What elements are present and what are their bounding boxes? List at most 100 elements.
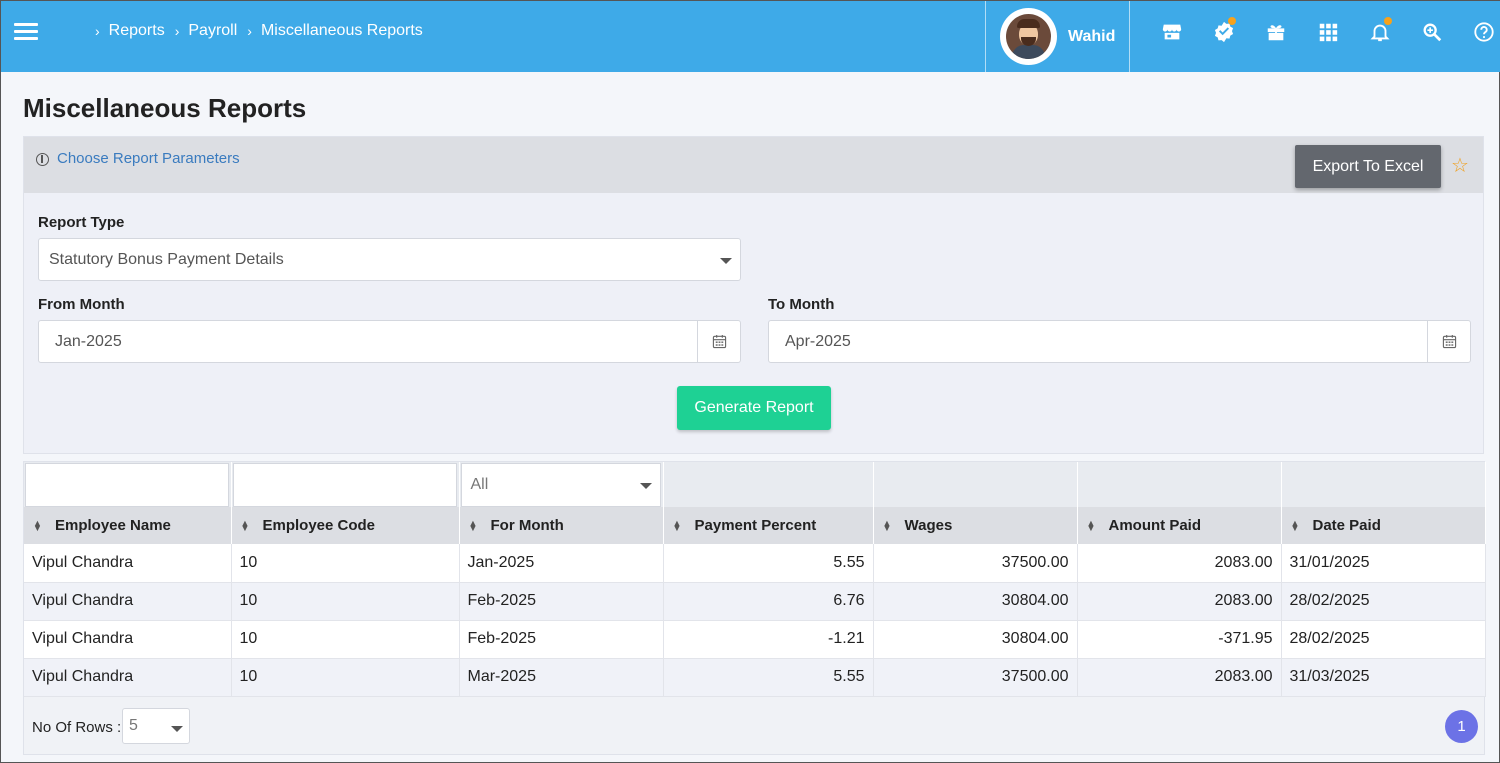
- to-month-value: Apr-2025: [785, 332, 851, 350]
- cell-employee-code: 10: [231, 658, 460, 697]
- breadcrumb: › Reports › Payroll › Miscellaneous Repo…: [95, 22, 433, 40]
- employee-code-filter[interactable]: [232, 463, 457, 507]
- cell-employee-code: 10: [231, 582, 460, 621]
- cell-for-month: Feb-2025: [459, 582, 664, 621]
- menu-icon[interactable]: [14, 23, 38, 41]
- chevron-right-icon: ›: [174, 23, 180, 39]
- rows-per-page-label: No Of Rows :: [32, 719, 122, 736]
- cell-amount-paid: 2083.00: [1077, 658, 1282, 697]
- cell-payment-percent: 6.76: [663, 582, 874, 621]
- choose-parameters-toggle[interactable]: Choose Report Parameters: [36, 150, 240, 167]
- cell-for-month: Jan-2025: [459, 544, 664, 583]
- breadcrumb-reports[interactable]: Reports: [109, 22, 165, 40]
- cell-wages: 30804.00: [873, 620, 1078, 659]
- cell-for-month: Mar-2025: [459, 658, 664, 697]
- help-icon[interactable]: [1458, 19, 1500, 45]
- pagination-page-button[interactable]: 1: [1445, 710, 1478, 743]
- gift-icon[interactable]: [1250, 19, 1302, 45]
- verified-badge-icon[interactable]: [1198, 17, 1250, 45]
- cell-payment-percent: 5.55: [663, 658, 874, 697]
- to-month-input[interactable]: Apr-2025: [768, 320, 1471, 363]
- for-month-filter-select[interactable]: All: [460, 463, 661, 507]
- sort-icon: ▲ ▼: [672, 518, 682, 534]
- cell-employee-name: Vipul Chandra: [24, 582, 232, 621]
- cell-employee-name: Vipul Chandra: [24, 620, 232, 659]
- table-row[interactable]: Vipul Chandra 10 Mar-2025 5.55 37500.00 …: [24, 658, 1486, 697]
- favorite-star-icon[interactable]: ☆: [1451, 153, 1469, 178]
- report-parameters-panel: Choose Report Parameters Export To Excel…: [23, 136, 1484, 454]
- cell-wages: 30804.00: [873, 582, 1078, 621]
- generate-report-button[interactable]: Generate Report: [677, 386, 831, 430]
- bell-icon[interactable]: [1354, 17, 1406, 45]
- chevron-right-icon: ›: [95, 23, 100, 39]
- table-row[interactable]: Vipul Chandra 10 Feb-2025 6.76 30804.00 …: [24, 582, 1486, 621]
- breadcrumb-payroll[interactable]: Payroll: [188, 22, 237, 40]
- report-grid: All ▲ ▼ Employee Name ▲ ▼ Employee Code ▲ ▼ Fo…: [23, 461, 1486, 755]
- column-header-payment-percent[interactable]: ▲ ▼ Payment Percent: [663, 507, 874, 544]
- chevron-down-icon: [171, 726, 183, 732]
- cell-employee-code: 10: [231, 620, 460, 659]
- column-header-employee-code[interactable]: ▲ ▼ Employee Code: [231, 507, 460, 544]
- grid-footer: No Of Rows : 5 1: [24, 696, 1484, 755]
- cell-payment-percent: 5.55: [663, 544, 874, 583]
- chevron-down-icon: [639, 483, 652, 489]
- store-icon[interactable]: [1146, 19, 1198, 45]
- from-month-input[interactable]: Jan-2025: [38, 320, 741, 363]
- filter-row: All: [24, 462, 1486, 507]
- page-title: Miscellaneous Reports: [23, 93, 307, 123]
- cell-amount-paid: 2083.00: [1077, 544, 1282, 583]
- from-month-label: From Month: [38, 296, 125, 313]
- employee-name-filter[interactable]: [25, 463, 229, 507]
- column-header-employee-name[interactable]: ▲ ▼ Employee Name: [24, 507, 232, 544]
- filter-select-value: All: [470, 476, 489, 493]
- user-profile[interactable]: Wahid: [985, 1, 1130, 72]
- username[interactable]: Wahid: [1068, 28, 1115, 46]
- sort-icon: ▲ ▼: [1086, 518, 1096, 534]
- export-to-excel-button[interactable]: Export To Excel: [1295, 145, 1441, 188]
- cell-date-paid: 28/02/2025: [1281, 582, 1486, 621]
- cell-payment-percent: -1.21: [663, 620, 874, 659]
- apps-grid-icon[interactable]: [1302, 19, 1354, 45]
- column-header-date-paid[interactable]: ▲ ▼ Date Paid: [1281, 507, 1486, 544]
- chevron-right-icon: ›: [247, 23, 252, 39]
- sort-icon: ▲ ▼: [468, 518, 478, 534]
- cell-employee-name: Vipul Chandra: [24, 658, 232, 697]
- breadcrumb-miscellaneous-reports[interactable]: Miscellaneous Reports: [261, 22, 423, 40]
- cell-date-paid: 28/02/2025: [1281, 620, 1486, 659]
- report-type-label: Report Type: [38, 214, 125, 231]
- column-header-wages[interactable]: ▲ ▼ Wages: [873, 507, 1078, 544]
- report-type-value: Statutory Bonus Payment Details: [49, 250, 284, 268]
- calendar-icon[interactable]: [697, 321, 740, 362]
- rows-per-page-value: 5: [129, 717, 138, 734]
- column-header-row: ▲ ▼ Employee Name ▲ ▼ Employee Code ▲ ▼ For Mo…: [24, 507, 1486, 544]
- column-header-for-month[interactable]: ▲ ▼ For Month: [459, 507, 664, 544]
- column-header-amount-paid[interactable]: ▲ ▼ Amount Paid: [1077, 507, 1282, 544]
- sort-icon: ▲ ▼: [33, 518, 42, 534]
- cell-amount-paid: 2083.00: [1077, 582, 1282, 621]
- rows-per-page-select[interactable]: 5: [122, 708, 190, 744]
- toggle-circle-icon: [36, 153, 49, 166]
- sort-icon: ▲ ▼: [1290, 518, 1300, 534]
- sort-icon: ▲ ▼: [240, 518, 250, 534]
- cell-employee-code: 10: [231, 544, 460, 583]
- report-type-select[interactable]: Statutory Bonus Payment Details: [38, 238, 741, 281]
- calendar-icon[interactable]: [1427, 321, 1470, 362]
- cell-wages: 37500.00: [873, 658, 1078, 697]
- top-navigation-bar: › Reports › Payroll › Miscellaneous Repo…: [1, 1, 1500, 72]
- cell-date-paid: 31/01/2025: [1281, 544, 1486, 583]
- cell-for-month: Feb-2025: [459, 620, 664, 659]
- avatar[interactable]: [1000, 8, 1057, 65]
- cell-date-paid: 31/03/2025: [1281, 658, 1486, 697]
- sort-icon: ▲ ▼: [882, 518, 892, 534]
- chevron-down-icon: [720, 257, 732, 264]
- notification-dot: [1384, 17, 1392, 25]
- cell-amount-paid: -371.95: [1077, 620, 1282, 659]
- table-row[interactable]: Vipul Chandra 10 Feb-2025 -1.21 30804.00…: [24, 620, 1486, 659]
- choose-parameters-label: Choose Report Parameters: [57, 150, 240, 167]
- search-zoom-icon[interactable]: [1406, 19, 1458, 45]
- cell-employee-name: Vipul Chandra: [24, 544, 232, 583]
- table-row[interactable]: Vipul Chandra 10 Jan-2025 5.55 37500.00 …: [24, 544, 1486, 583]
- cell-wages: 37500.00: [873, 544, 1078, 583]
- notification-dot: [1228, 17, 1236, 25]
- to-month-label: To Month: [768, 296, 835, 313]
